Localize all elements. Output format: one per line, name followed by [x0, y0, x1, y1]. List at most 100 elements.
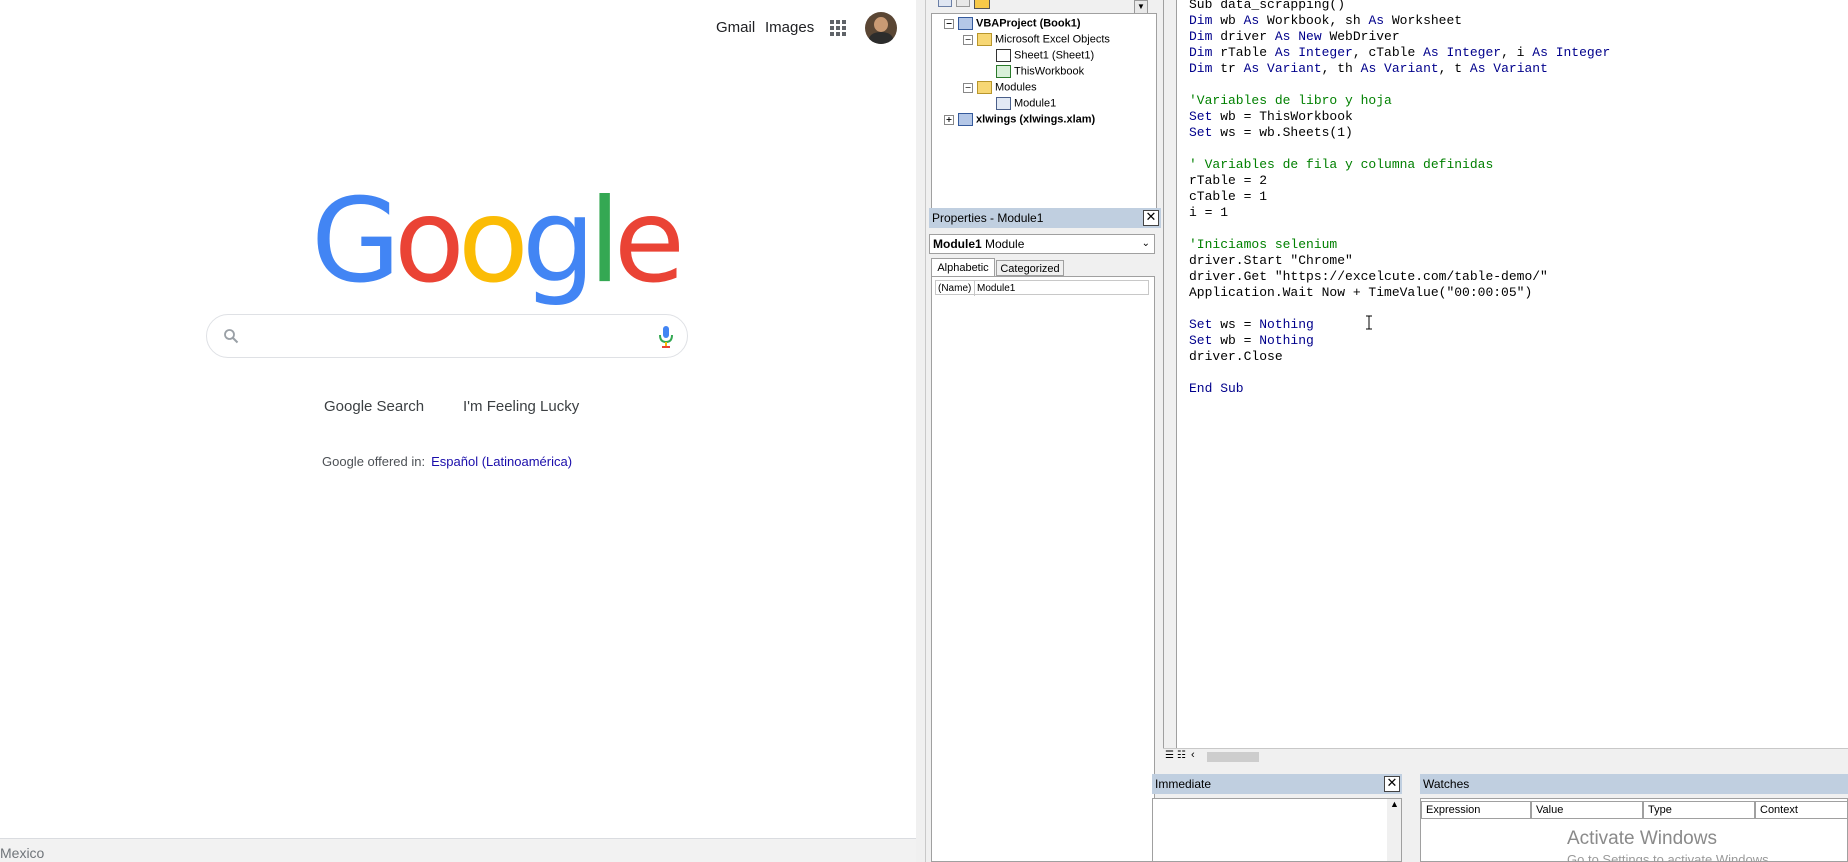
code-line[interactable]: Set ws = Nothing — [1189, 317, 1314, 332]
properties-grid: (Name) Module1 — [931, 276, 1155, 862]
code-line[interactable]: cTable = 1 — [1189, 189, 1267, 204]
logo-letter: l — [588, 174, 621, 309]
code-line[interactable]: Sub data_scrapping() — [1189, 0, 1345, 12]
browser-google-page: Gmail Images Google Google Search I'm Fe… — [0, 0, 924, 862]
code-token: , t — [1438, 61, 1470, 76]
code-window[interactable]: Sub data_scrapping() Dim wb As Workbook, … — [1176, 0, 1848, 752]
scroll-down-icon[interactable]: ▼ — [1134, 0, 1148, 14]
code-line[interactable]: driver.Get "https://excelcute.com/table-… — [1189, 269, 1548, 284]
watch-col-value[interactable]: Value — [1531, 801, 1643, 819]
feeling-lucky-button[interactable]: I'm Feeling Lucky — [463, 398, 579, 415]
code-token: Dim — [1189, 45, 1213, 60]
code-line[interactable]: driver.Close — [1189, 349, 1283, 364]
code-line[interactable]: 'Variables de libro y hoja — [1189, 93, 1392, 108]
images-link[interactable]: Images — [765, 19, 814, 36]
code-line[interactable]: 'Iniciamos selenium — [1189, 237, 1337, 252]
property-row[interactable]: (Name) Module1 — [935, 280, 1149, 296]
tree-thisworkbook[interactable]: ThisWorkbook — [996, 65, 1084, 78]
language-link[interactable]: Español (Latinoamérica) — [431, 454, 572, 469]
object-dropdown[interactable]: Module1 Module ⌄ — [929, 234, 1155, 254]
immediate-close-icon[interactable]: ✕ — [1384, 776, 1400, 792]
code-token: , th — [1321, 61, 1361, 76]
procedure-view-icon[interactable]: ☰ — [1165, 750, 1174, 761]
collapse-icon[interactable]: − — [944, 18, 954, 29]
code-line[interactable]: Dim wb As Workbook, sh As Worksheet — [1189, 13, 1462, 28]
footer-country: Mexico — [0, 845, 45, 861]
code-line[interactable]: Dim driver As New WebDriver — [1189, 29, 1400, 44]
toggle-folders-icon[interactable] — [974, 0, 990, 9]
tree-vbaproject[interactable]: − VBAProject (Book1) — [944, 17, 1081, 30]
properties-close-icon[interactable]: ✕ — [1143, 210, 1159, 226]
code-line[interactable]: Dim rTable As Integer, cTable As Integer… — [1189, 45, 1610, 60]
google-search-button[interactable]: Google Search — [324, 398, 424, 415]
project-icon — [958, 113, 973, 126]
code-token: End Sub — [1189, 381, 1244, 396]
code-token: driver — [1212, 29, 1275, 44]
tree-modules[interactable]: − Modules — [963, 81, 1037, 94]
code-token: Dim — [1189, 29, 1213, 44]
property-value[interactable]: Module1 — [974, 281, 1015, 296]
logo-letter: G — [311, 174, 401, 309]
code-token: As Variant — [1469, 61, 1548, 76]
search-input[interactable] — [251, 323, 635, 351]
code-line[interactable]: Set wb = Nothing — [1189, 333, 1314, 348]
code-token: driver.Close — [1189, 349, 1283, 364]
microphone-icon[interactable] — [659, 326, 673, 348]
code-line[interactable]: ' Variables de fila y columna definidas — [1189, 157, 1493, 172]
collapse-icon[interactable]: − — [963, 34, 973, 45]
offered-in-text: Google offered in: Español (Latinoamérica… — [322, 454, 572, 469]
code-token: driver.Get "https://excelcute.com/table-… — [1189, 269, 1548, 284]
view-object-icon[interactable] — [956, 0, 970, 7]
immediate-window[interactable]: ▲ — [1152, 798, 1402, 862]
project-explorer: − VBAProject (Book1) − Microsoft Excel Obj… — [931, 13, 1157, 215]
footer-bar: Mexico — [0, 838, 916, 862]
code-line[interactable]: Set wb = ThisWorkbook — [1189, 109, 1353, 124]
watch-col-context[interactable]: Context — [1755, 801, 1848, 819]
code-line[interactable]: Dim tr As Variant, th As Variant, t As V… — [1189, 61, 1548, 76]
tree-sheet1[interactable]: Sheet1 (Sheet1) — [996, 49, 1094, 62]
tab-categorized[interactable]: Categorized — [996, 260, 1064, 276]
tree-excel-objects[interactable]: − Microsoft Excel Objects — [963, 33, 1110, 46]
search-box[interactable] — [206, 314, 688, 358]
tree-module1[interactable]: Module1 — [996, 97, 1056, 110]
code-token: wb = ThisWorkbook — [1212, 109, 1353, 124]
window-splitter[interactable] — [916, 0, 926, 862]
code-line[interactable]: driver.Start "Chrome" — [1189, 253, 1353, 268]
watch-col-expression[interactable]: Expression — [1421, 801, 1531, 819]
code-token: cTable = 1 — [1189, 189, 1268, 204]
view-code-icon[interactable] — [938, 0, 952, 7]
code-line[interactable]: Application.Wait Now + TimeValue("00:00:… — [1189, 285, 1532, 300]
offered-prefix: Google offered in: — [322, 454, 426, 469]
vertical-scrollbar[interactable]: ▲ — [1387, 799, 1401, 861]
expand-icon[interactable]: + — [944, 114, 954, 125]
code-token: Nothing — [1259, 317, 1314, 332]
apps-grid-icon[interactable] — [829, 19, 847, 37]
code-token: tr — [1212, 61, 1244, 76]
code-token: Application.Wait Now + TimeValue("00:00:… — [1189, 285, 1533, 300]
avatar[interactable] — [865, 12, 897, 44]
collapse-icon[interactable]: − — [963, 82, 973, 93]
code-line[interactable]: Set ws = wb.Sheets(1) — [1189, 125, 1353, 140]
tree-xlwings[interactable]: + xlwings (xlwings.xlam) — [944, 113, 1095, 126]
full-module-view-icon[interactable]: ☷ — [1177, 750, 1186, 761]
code-token: wb = — [1212, 333, 1260, 348]
google-logo: Google — [311, 184, 685, 300]
watch-col-type[interactable]: Type — [1643, 801, 1755, 819]
scroll-up-icon[interactable]: ▲ — [1390, 799, 1399, 809]
code-line[interactable]: rTable = 2 — [1189, 173, 1267, 188]
code-token: Dim — [1189, 61, 1213, 76]
code-token: WebDriver — [1321, 29, 1400, 44]
horizontal-scroll-thumb[interactable] — [1207, 752, 1259, 762]
code-token: 'Variables de libro y hoja — [1189, 93, 1392, 108]
code-token: wb — [1212, 13, 1244, 28]
scroll-left-icon[interactable]: ‹ — [1191, 749, 1195, 761]
code-line[interactable]: i = 1 — [1189, 205, 1228, 220]
tab-alphabetic[interactable]: Alphabetic — [931, 258, 995, 276]
activate-windows-watermark: Activate Windows — [1567, 828, 1717, 849]
watches-header: Expression Value Type Context — [1421, 801, 1848, 819]
code-token: 'Iniciamos selenium — [1189, 237, 1338, 252]
project-icon — [958, 17, 973, 30]
gmail-link[interactable]: Gmail — [716, 19, 755, 36]
code-margin — [1163, 0, 1176, 760]
code-line[interactable]: End Sub — [1189, 381, 1244, 396]
